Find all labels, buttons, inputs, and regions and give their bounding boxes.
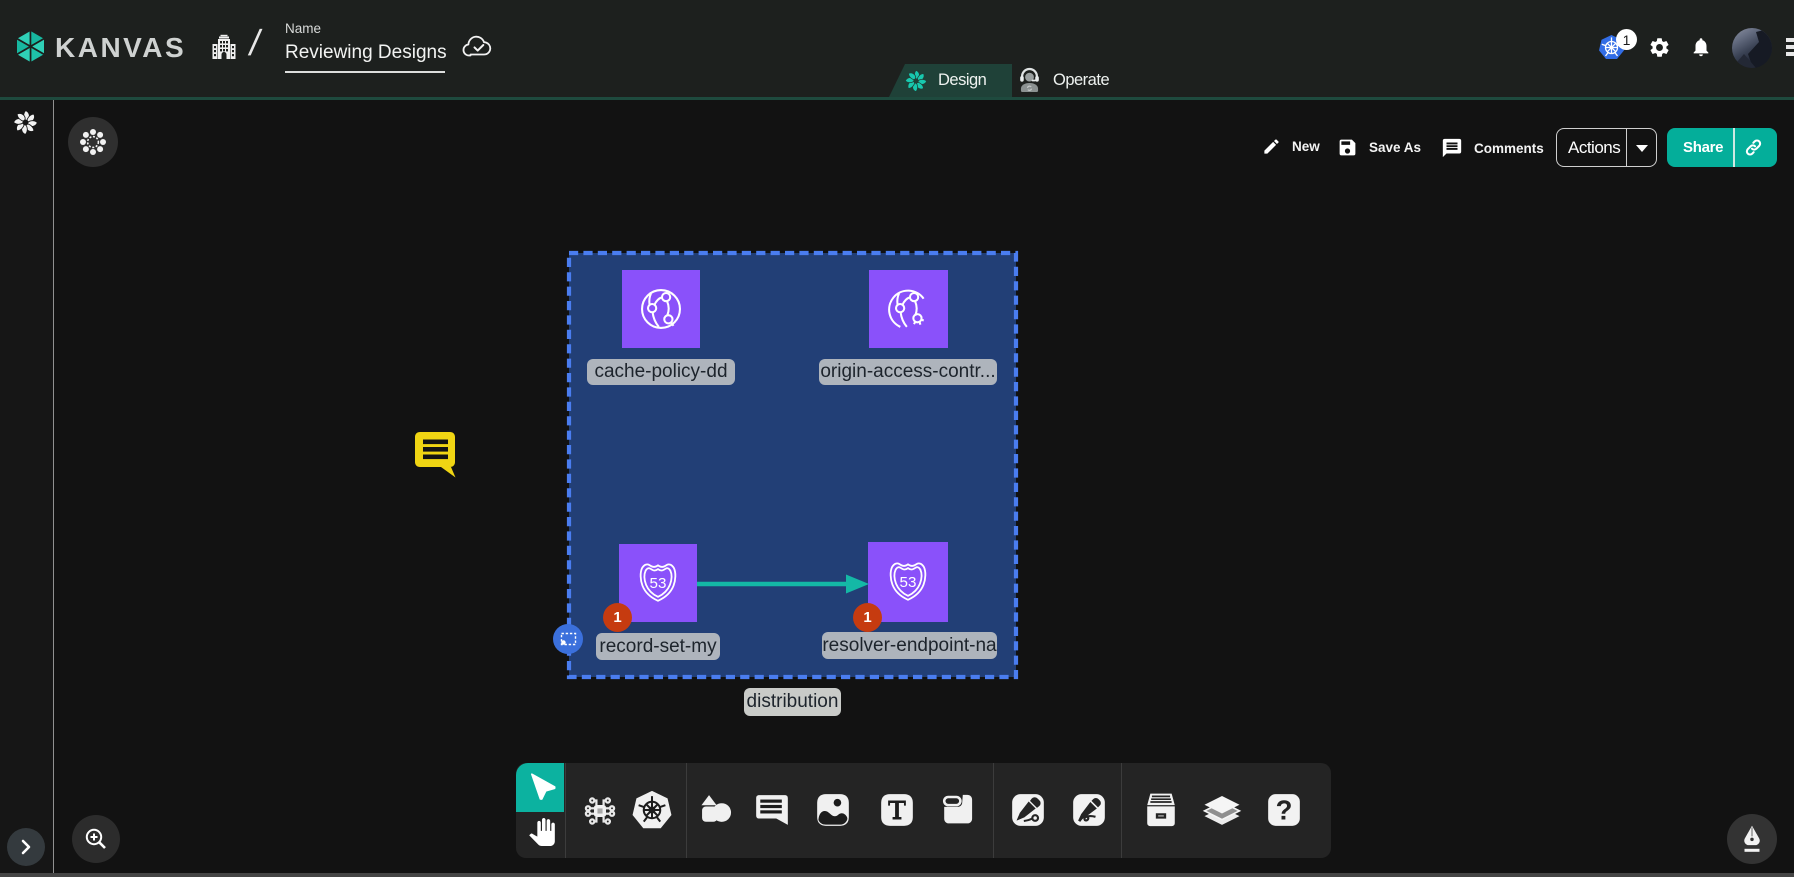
svg-text:?: ? xyxy=(1276,795,1293,826)
svg-text:53: 53 xyxy=(900,574,917,591)
svg-text:53: 53 xyxy=(650,575,667,592)
